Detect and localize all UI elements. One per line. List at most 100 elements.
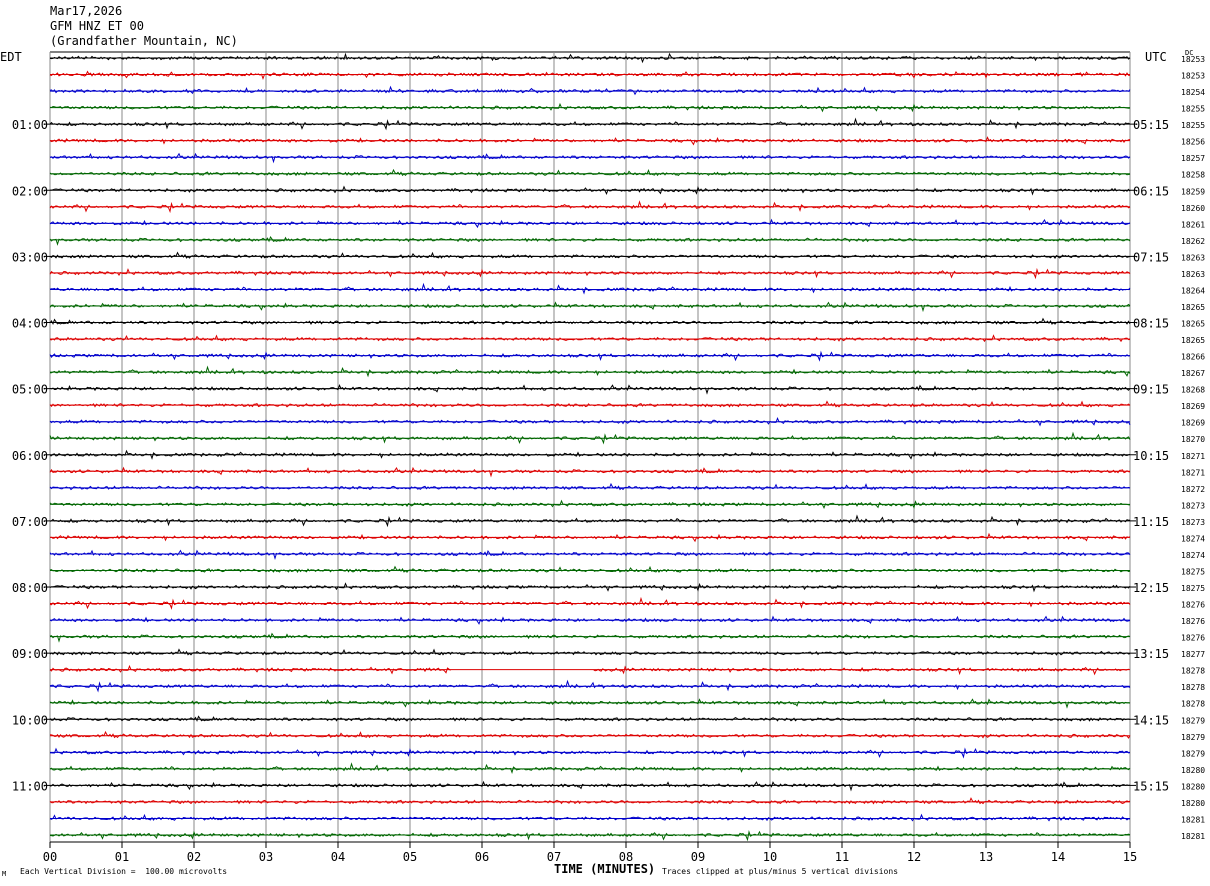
x-tick-label: 05 [403, 850, 417, 864]
seismic-trace [593, 665, 1130, 676]
dc-value: 18278 [1181, 667, 1205, 676]
seismic-trace [49, 482, 1131, 491]
x-tick-label: 13 [979, 850, 993, 864]
seismic-trace [49, 780, 1131, 792]
x-tick-label: 15 [1123, 850, 1137, 864]
seismic-trace [49, 565, 1131, 573]
dc-value: 18276 [1181, 617, 1205, 626]
dc-value: 18261 [1181, 220, 1205, 229]
seismic-trace [49, 383, 1131, 395]
left-time-label: 07:00 [12, 515, 48, 529]
dc-value: 18263 [1181, 253, 1205, 262]
dc-value: 18270 [1181, 435, 1205, 444]
dc-value: 18260 [1181, 204, 1205, 213]
x-tick-label: 10 [763, 850, 777, 864]
x-tick-label: 14 [1051, 850, 1065, 864]
logo-mark: M [2, 870, 7, 878]
right-time-label: 07:15 [1133, 250, 1169, 264]
dc-value: 18276 [1181, 601, 1205, 610]
seismic-trace [49, 317, 1131, 326]
dc-value: 18253 [1181, 72, 1205, 81]
dc-value: 18275 [1181, 584, 1205, 593]
dc-value: 18280 [1181, 782, 1205, 791]
x-tick-label: 09 [691, 850, 705, 864]
dc-value: 18273 [1181, 501, 1205, 510]
seismic-trace [49, 365, 1131, 378]
dc-value: 18278 [1181, 700, 1205, 709]
seismic-trace [49, 499, 1131, 510]
seismic-trace [49, 715, 1131, 722]
clip-note: Traces clipped at plus/minus 5 vertical … [662, 867, 899, 876]
dc-value: 18256 [1181, 138, 1205, 147]
right-time-label: 10:15 [1133, 449, 1169, 463]
dc-value: 18279 [1181, 733, 1205, 742]
dc-value: 18263 [1181, 270, 1205, 279]
seismic-trace [49, 648, 1131, 656]
right-time-label: 06:15 [1133, 184, 1169, 198]
dc-value: 18265 [1181, 303, 1205, 312]
seismic-trace [49, 251, 1131, 259]
dc-value: 18255 [1181, 105, 1205, 114]
dc-value: 18274 [1181, 534, 1205, 543]
x-tick-label: 12 [907, 850, 921, 864]
x-tick-label: 01 [115, 850, 129, 864]
seismic-trace [49, 235, 1131, 246]
right-time-label: 09:15 [1133, 383, 1169, 397]
dc-value: 18265 [1181, 320, 1205, 329]
seismic-trace [49, 400, 1131, 408]
dc-value: 18269 [1181, 402, 1205, 411]
dc-value: 18269 [1181, 419, 1205, 428]
seismic-trace [49, 267, 1131, 280]
seismic-trace [50, 747, 1131, 759]
dc-value: 18255 [1181, 121, 1205, 130]
dc-value: 18281 [1181, 832, 1205, 841]
left-time-label: 06:00 [12, 449, 48, 463]
seismic-trace [49, 334, 1131, 343]
left-time-label: 01:00 [12, 118, 48, 132]
seismic-traces [49, 52, 1131, 842]
right-time-label: 13:15 [1133, 647, 1169, 661]
dc-value: 18268 [1181, 386, 1205, 395]
dc-value: 18259 [1181, 187, 1205, 196]
dc-value: 18274 [1181, 551, 1205, 560]
dc-value: 18262 [1181, 237, 1205, 246]
dc-value: 18264 [1181, 286, 1205, 295]
seismic-trace [49, 830, 1131, 842]
seismic-trace [49, 70, 1131, 80]
scale-note: Each Vertical Division = 100.00 microvol… [20, 867, 228, 876]
right-time-label: 08:15 [1133, 317, 1169, 331]
helicorder-plot: 00 01 02 03 04 05 06 07 08 09 10 11 12 13 14 1518253182… [12, 51, 1205, 864]
dc-value: 18278 [1181, 683, 1205, 692]
dc-value: 18275 [1181, 567, 1205, 576]
right-time-label: 05:15 [1133, 118, 1169, 132]
dc-value: 18257 [1181, 154, 1205, 163]
dc-value: 18271 [1181, 468, 1205, 477]
x-tick-label: 00 [43, 850, 57, 864]
right-time-label: 15:15 [1133, 779, 1169, 793]
x-tick-label: 03 [259, 850, 273, 864]
seismic-trace [49, 698, 1131, 709]
right-time-label: 14:15 [1133, 713, 1169, 727]
dc-value: 18279 [1181, 716, 1205, 725]
grid-lines [49, 51, 1131, 848]
axis-labels: 00 01 02 03 04 05 06 07 08 09 10 11 12 13 14 1518253182… [12, 55, 1205, 864]
seismic-trace [49, 152, 1131, 164]
dc-value: 18258 [1181, 171, 1205, 180]
x-axis-label: TIME (MINUTES) [554, 862, 656, 876]
right-time-label: 12:15 [1133, 581, 1169, 595]
seismic-trace [49, 632, 1131, 643]
dc-value: 18273 [1181, 518, 1205, 527]
left-time-label: 10:00 [12, 713, 48, 727]
left-time-label: 03:00 [12, 250, 48, 264]
dc-value: 18277 [1181, 650, 1205, 659]
dc-value: 18279 [1181, 749, 1205, 758]
x-tick-label: 02 [187, 850, 201, 864]
dc-value: 18266 [1181, 353, 1205, 362]
right-time-label: 11:15 [1133, 515, 1169, 529]
dc-value: 18253 [1181, 55, 1205, 64]
x-tick-label: 04 [331, 850, 345, 864]
seismic-trace [49, 730, 1131, 739]
dc-value: 18280 [1181, 799, 1205, 808]
left-time-label: 02:00 [12, 184, 48, 198]
x-tick-label: 06 [475, 850, 489, 864]
